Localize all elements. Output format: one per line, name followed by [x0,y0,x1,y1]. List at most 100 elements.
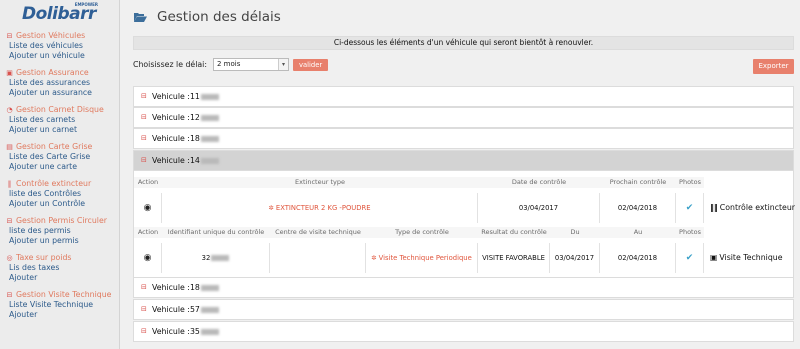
section-label-extincteur: ‖‖ Contrôle extincteur [704,193,795,223]
car-icon: ⊟ [141,327,147,335]
valider-button[interactable]: valider [292,58,329,71]
vehicle-prefix: Vehicule : [152,113,190,122]
car-icon: ⊟ [6,216,13,225]
gear-icon: ✲ [268,204,274,212]
vehicle-row[interactable]: ⊟ Vehicule : 35 [133,321,794,342]
menu-head-carnet[interactable]: ◔ Gestion Carnet Disque [6,105,120,115]
page-header: Gestion des délais [134,9,281,25]
view-action[interactable]: ◉ [134,193,162,223]
car-icon: ⊟ [141,156,147,164]
date-controle-cell: 03/04/2017 [478,193,600,223]
vehicle-prefix: Vehicule : [152,283,190,292]
redacted-text [200,328,219,335]
dolibarr-logo[interactable]: Dolibarr EMPOWER [22,2,98,26]
col-header-extincteur-type: Extincteur type [162,177,478,188]
vehicle-id: 18 [189,134,200,143]
section-label-visite: ▣ Visite Technique [704,243,794,273]
folder-open-icon [134,13,147,22]
menu-link-ajouter-vehicule[interactable]: Ajouter un véhicule [6,51,120,61]
section-label-text: Contrôle extincteur [719,203,795,212]
identifiant-value: 32 [201,254,211,262]
redacted-text [211,255,230,261]
car-icon: ⊟ [141,113,147,121]
redacted-text [200,284,219,291]
photos-cell[interactable]: ✔ [676,243,704,273]
col-header-date-controle: Date de contrôle [478,177,600,188]
menu-head-extincteur[interactable]: ‖ Contrôle extincteur [6,179,120,189]
vehicle-id: 14 [189,156,200,165]
delay-filter: Choisissez le délai: 2 mois ▾ valider [133,58,329,71]
menu-head-label: Gestion Permis Circuler [16,216,107,225]
vehicle-row[interactable]: ⊟ Vehicule : 12 [133,107,794,128]
menu-link-liste-permis[interactable]: liste des permis [6,226,120,236]
menu-head-assurance[interactable]: ▣ Gestion Assurance [6,68,120,78]
car-icon: ⊟ [141,305,147,313]
menu-group-extincteur: ‖ Contrôle extincteur liste des Contrôles… [0,179,120,209]
extincteur-type-link[interactable]: EXTINCTEUR 2 KG -POUDRE [276,204,371,212]
menu-head-taxe[interactable]: ◎ Taxe sur poids [6,253,120,263]
page-title: Gestion des délais [157,9,281,25]
col-header-action: Action [134,177,162,188]
col-header-du: Du [550,227,600,238]
vehicle-row[interactable]: ⊟ Vehicule : 11 [133,86,794,107]
delay-select[interactable]: 2 mois ▾ [212,58,289,71]
col-header-photos: Photos [676,177,704,188]
menu-link-ajouter-carnet[interactable]: Ajouter un carnet [6,125,120,135]
redacted-text [200,93,219,100]
menu-head-permis[interactable]: ⊟ Gestion Permis Circuler [6,216,120,226]
gear-icon: ✲ [371,254,377,262]
menu-link-liste-vehicules[interactable]: Liste des véhicules [6,41,120,51]
menu-group-permis: ⊟ Gestion Permis Circuler liste des permi… [0,216,120,246]
logo-subtext: EMPOWER [74,2,98,7]
view-action[interactable]: ◉ [134,243,162,273]
menu-link-liste-visites[interactable]: Liste Visite Technique [6,300,120,310]
menu-link-liste-cartes[interactable]: Liste des Carte Grise [6,152,120,162]
menu-group-vehicules: ⊟ Gestion Véhicules Liste des véhicules A… [0,31,120,61]
car-icon: ⊟ [6,31,13,40]
main-content: Gestion des délais Ci-dessous les élémen… [120,0,800,349]
resultat-cell: VISITE FAVORABLE [478,243,550,273]
globe-icon: ◎ [6,253,13,262]
export-button[interactable]: Exporter [753,59,794,74]
redacted-text [200,157,219,164]
vehicle-row[interactable]: ⊟ Vehicule : 57 [133,299,794,320]
menu-link-liste-controles[interactable]: liste des Contrôles [6,189,120,199]
menu-head-carte-grise[interactable]: ▤ Gestion Carte Grise [6,142,120,152]
redacted-text [200,114,219,121]
menu-link-ajouter-taxe[interactable]: Ajouter [6,273,120,283]
menu-head-label: Gestion Véhicules [16,31,86,40]
car-icon: ⊟ [141,92,147,100]
delay-select-value: 2 mois [216,60,241,68]
menu-head-vehicules[interactable]: ⊟ Gestion Véhicules [6,31,120,41]
vehicle-row[interactable]: ⊟ Vehicule : 18 [133,128,794,149]
vehicle-id: 57 [189,305,200,314]
au-cell: 02/04/2018 [600,243,676,273]
menu-link-ajouter-visite[interactable]: Ajouter [6,310,120,320]
col-header-resultat: Resultat du contrôle [478,227,550,238]
vehicle-row[interactable]: ⊟ Vehicule : 18 [133,277,794,298]
extincteur-type-cell[interactable]: ✲ EXTINCTEUR 2 KG -POUDRE [162,193,478,223]
col-header-identifiant: Identifiant unique du contrôle [162,227,270,238]
menu-link-liste-taxes[interactable]: Lis des taxes [6,263,120,273]
photos-cell[interactable]: ✔ [676,193,704,223]
menu-head-visite[interactable]: ⊟ Gestion Visite Technique [6,290,120,300]
menu-link-ajouter-permis[interactable]: Ajouter un permis [6,236,120,246]
col-header-centre: Centre de visite technique [270,227,366,238]
menu-link-ajouter-controle[interactable]: Ajouter un Contrôle [6,199,120,209]
vehicle-prefix: Vehicule : [152,92,190,101]
menu-link-liste-carnets[interactable]: Liste des carnets [6,115,120,125]
type-controle-cell[interactable]: ✲ Visite Technique Periodique [366,243,478,273]
menu-link-ajouter-carte[interactable]: Ajouter une carte [6,162,120,172]
redacted-text [200,135,219,142]
type-controle-link[interactable]: Visite Technique Periodique [379,254,472,262]
vehicle-row-expanded[interactable]: ⊟ Vehicule : 14 [133,150,794,171]
vehicle-prefix: Vehicule : [152,134,190,143]
menu-group-assurance: ▣ Gestion Assurance Liste des assurances … [0,68,120,98]
menu-link-liste-assurances[interactable]: Liste des assurances [6,78,120,88]
col-header-action: Action [134,227,162,238]
vehicle-detail-panel: Action Extincteur type Date de contrôle … [133,171,795,277]
du-cell: 03/04/2017 [550,243,600,273]
prochain-controle-cell: 02/04/2018 [600,193,676,223]
menu-group-carte-grise: ▤ Gestion Carte Grise Liste des Carte Gri… [0,142,120,172]
menu-link-ajouter-assurance[interactable]: Ajouter un assurance [6,88,120,98]
